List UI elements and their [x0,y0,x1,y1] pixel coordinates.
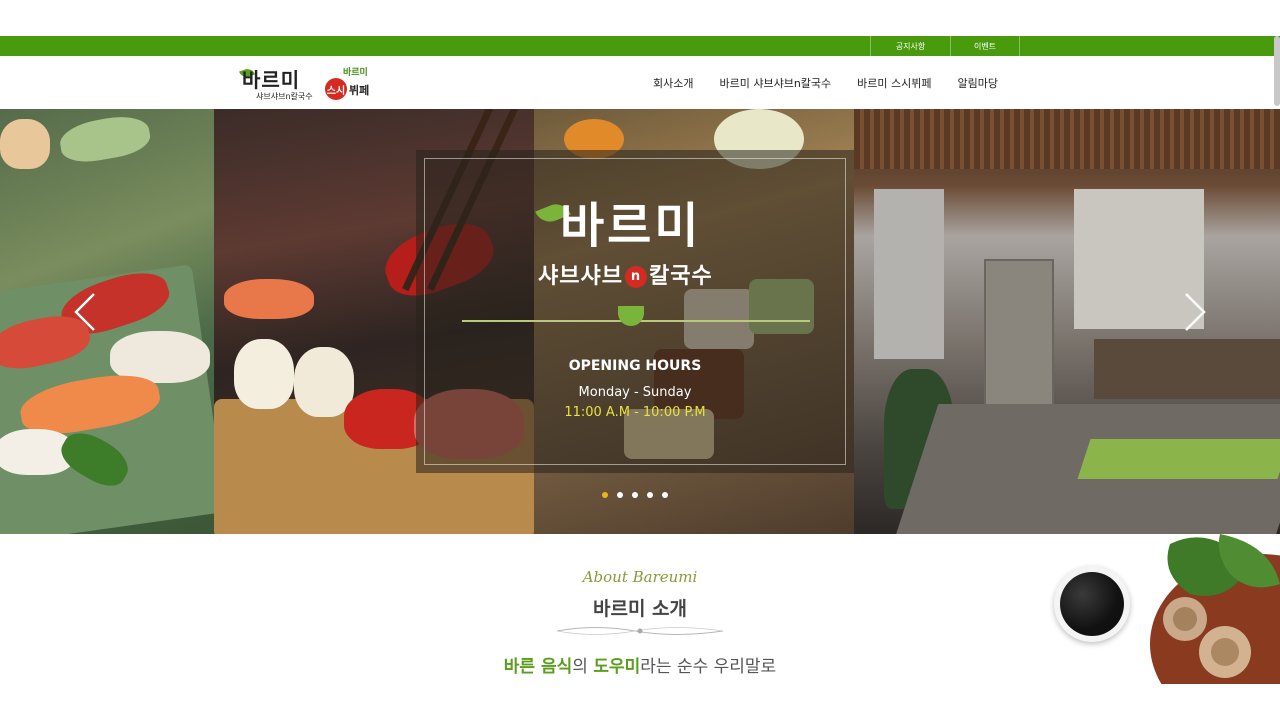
main-nav: 회사소개 바르미 샤브샤브n칼국수 바르미 스시뷔페 알림마당 [640,56,1011,109]
utility-bar: 공지사항 이벤트 [0,36,1280,56]
black-beans-bowl-image [1054,566,1130,642]
scrollbar-thumb[interactable] [1274,36,1280,106]
buffet-interior-image [854,109,1280,534]
hero-brand-subtitle: 샤브샤브 n 칼국수 [538,258,713,290]
sushi-logo-mini: 바르미 [343,68,368,78]
tagline-highlight-2: 도우미 [593,657,641,677]
nav-item-company[interactable]: 회사소개 [653,75,693,91]
chevron-right-icon[interactable] [1180,292,1208,332]
slide-dot-5[interactable] [662,492,668,498]
hero-brand-sub-left: 샤브샤브 [538,264,623,289]
shabu-logo[interactable]: 바르미 샤브샤브n칼국수 [239,64,318,104]
nav-item-shabu[interactable]: 바르미 샤브샤브n칼국수 [719,75,831,91]
slide-dot-3[interactable] [632,492,638,498]
nav-item-sushi-buffet[interactable]: 바르미 스시뷔페 [857,75,931,91]
tagline-rest: 라는 순수 우리말로 [640,657,777,677]
hero-brand-sub-right: 칼국수 [648,264,713,289]
notice-link[interactable]: 공지사항 [870,36,950,56]
ornament-divider-icon [556,627,724,635]
slide-dot-4[interactable] [647,492,653,498]
sushi-logo-circle: 스시 [325,78,347,100]
nav-item-notice-board[interactable]: 알림마당 [958,75,998,91]
vegetables-mushrooms-image [1150,534,1280,684]
chevron-left-icon[interactable] [72,292,100,332]
slider-pagination [602,492,677,498]
hours-title: OPENING HOURS [568,358,702,374]
hero-brand-sub-n: n [624,266,647,288]
hours-time: 11:00 A.M - 10:00 P.M [564,405,706,420]
sushi-buffet-logo[interactable]: 바르미 스시 뷔페 [325,64,385,104]
slide-dot-1[interactable] [602,492,608,498]
event-link[interactable]: 이벤트 [950,36,1020,56]
sushi-platter-image [0,109,214,534]
hours-days: Monday - Sunday [578,385,692,400]
tagline-mid: 의 [572,657,594,677]
hero-brand-title: 바르미 [560,198,702,254]
tagline-highlight-1: 바른 음식 [503,657,573,677]
slide-dot-2[interactable] [617,492,623,498]
about-tagline: 바른 음식의 도우미라는 순수 우리말로 [0,652,1280,677]
shabu-logo-sub: 샤브샤브n칼국수 [256,92,313,101]
sushi-logo-main: 뷔페 [349,84,370,97]
shabu-logo-main: 바르미 [242,68,301,92]
